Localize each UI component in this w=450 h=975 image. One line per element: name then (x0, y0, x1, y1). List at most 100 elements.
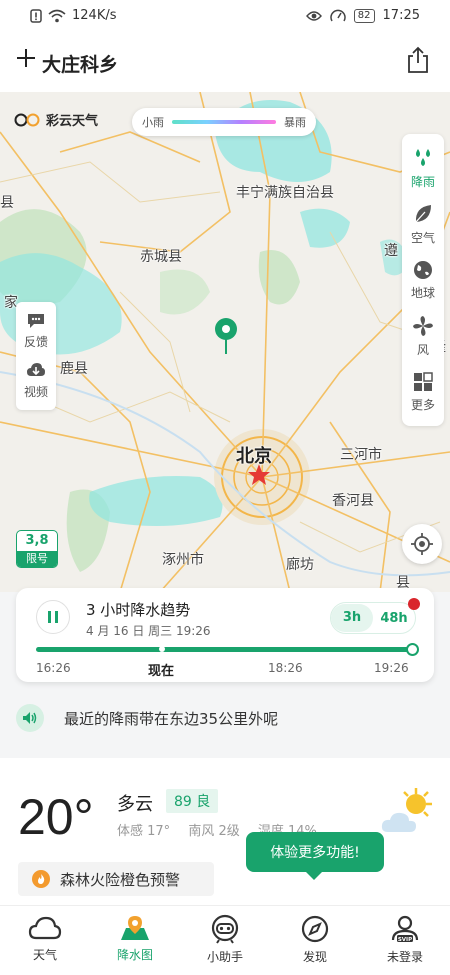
map-label-sanhe: 三河市 (340, 447, 382, 463)
trend-date: 4 月 16 日 周三 19:26 (86, 624, 211, 638)
speaker-icon (23, 712, 37, 724)
tab-discover[interactable]: 发现 (270, 906, 360, 975)
share-icon (408, 46, 428, 73)
rain-notice[interactable]: 最近的降雨带在东边35公里外呢 (0, 692, 450, 742)
tab-account[interactable]: SVIP 未登录 (360, 906, 450, 975)
tab-discover-label: 发现 (302, 950, 327, 964)
legend-high: 暴雨 (284, 116, 306, 129)
svip-user-icon: SVIP (391, 915, 419, 943)
map-label-xianghe: 香河县 (332, 493, 374, 509)
feedback-label: 反馈 (23, 335, 48, 349)
compass-icon (301, 915, 329, 943)
traffic-limit-badge[interactable]: 3,8 限号 (16, 530, 58, 568)
download-icon (27, 363, 45, 376)
feedback-icon (28, 314, 44, 328)
tab-account-label: 未登录 (386, 950, 423, 964)
speaker-button[interactable] (16, 704, 44, 732)
wind-info: 南风 2级 (188, 824, 240, 839)
battery-level: 82 (353, 8, 375, 23)
map-label-lu: 鹿县 (60, 361, 88, 377)
limit-numbers: 3,8 (25, 533, 49, 548)
pause-icon (48, 611, 58, 623)
svg-text:SVIP: SVIP (398, 937, 412, 943)
weather-card[interactable]: 20° 多云 89 良 体感 17° 南风 2级 湿度 14% 森林火险橙色预警 (0, 758, 450, 908)
rain-map[interactable]: 丰宁满族自治县 赤城县 北京 三河市 香河县 涿州市 廊坊 鹿县 家 县 遵 隆… (0, 92, 450, 592)
time-label-end: 19:26 (374, 661, 409, 675)
feedback-button[interactable]: 反馈 (16, 306, 56, 356)
layer-globe-label: 地球 (410, 285, 435, 300)
layer-air-label: 空气 (410, 230, 435, 245)
globe-icon (414, 260, 432, 279)
layer-wind-button[interactable]: 风 (402, 308, 444, 364)
timeline-now-tick (159, 646, 165, 652)
layer-rain-button[interactable]: 降雨 (402, 140, 444, 196)
layer-more-button[interactable]: 更多 (402, 364, 444, 420)
status-right: 82 17:25 (305, 8, 420, 23)
rain-legend: 小雨 暴雨 (132, 108, 316, 136)
limit-label: 限号 (17, 551, 57, 567)
video-label: 视频 (23, 385, 48, 399)
timeline-knob[interactable] (406, 643, 419, 656)
grid-icon (414, 371, 433, 391)
time-label-now: 现在 (148, 664, 175, 679)
notice-text: 最近的降雨带在东边35公里外呢 (64, 710, 279, 728)
new-badge-dot (408, 598, 420, 610)
plus-icon (17, 49, 35, 67)
video-button[interactable]: 视频 (16, 356, 56, 406)
precip-trend-card: 3 小时降水趋势 4 月 16 日 周三 19:26 3h 48h 16:26 … (16, 588, 434, 682)
leaf-icon (415, 204, 431, 222)
feature-tooltip[interactable]: 体验更多功能! (246, 832, 384, 880)
share-button[interactable] (406, 46, 432, 76)
map-label-zhuozhou: 涿州市 (162, 552, 204, 568)
layer-air-button[interactable]: 空气 (402, 196, 444, 252)
weather-condition: 多云 (117, 794, 153, 815)
layer-globe-button[interactable]: 地球 (402, 252, 444, 308)
layer-more-label: 更多 (410, 397, 435, 412)
map-action-toolbar: 反馈 视频 (16, 302, 56, 410)
terrain-patch (160, 269, 210, 315)
network-speed: 124K/s (72, 8, 117, 23)
clock: 17:25 (382, 8, 420, 23)
feels-like: 体感 17° (117, 824, 171, 839)
fan-icon (413, 315, 433, 336)
locate-button[interactable] (402, 524, 442, 564)
fire-icon (32, 870, 50, 888)
tab-rain-map[interactable]: 降水图 (90, 906, 180, 975)
location-title[interactable]: 大庄科乡 (42, 50, 118, 77)
tab-rain-map-label: 降水图 (116, 948, 153, 962)
status-bar: 124K/s 82 17:25 (0, 0, 450, 32)
tab-weather[interactable]: 天气 (0, 906, 90, 975)
tab-weather-label: 天气 (32, 948, 57, 962)
aqi-badge[interactable]: 89 良 (166, 789, 219, 813)
brand-name: 彩云天气 (46, 114, 99, 129)
range-toggle: 3h 48h (330, 602, 416, 634)
time-label-mid: 18:26 (268, 661, 303, 675)
tab-assistant[interactable]: 小助手 (180, 906, 270, 975)
map-label-beijing: 北京 (236, 446, 272, 467)
toggle-48h[interactable]: 48h (373, 611, 415, 626)
warning-text: 森林火险橙色预警 (60, 870, 181, 889)
crosshair-icon (411, 533, 433, 555)
map-label-fengning: 丰宁满族自治县 (236, 185, 334, 201)
notification-icon (30, 8, 42, 23)
map-label-xian: 县 (0, 195, 14, 211)
timeline-bar[interactable] (36, 647, 412, 652)
add-location-button[interactable] (16, 48, 36, 72)
eye-icon (305, 10, 322, 21)
time-label-start: 16:26 (36, 661, 71, 675)
cloud-icon (28, 916, 62, 940)
bottom-nav: 天气 降水图 小助手 发现 SVIP 未登录 (0, 905, 450, 975)
pause-button[interactable] (36, 600, 70, 634)
legend-low: 小雨 (142, 116, 164, 129)
toggle-3h[interactable]: 3h (331, 604, 373, 632)
current-temperature: 20° (18, 789, 94, 845)
layer-wind-label: 风 (416, 342, 429, 357)
map-layer-toolbar: 降雨 空气 地球 风 更多 (402, 134, 444, 426)
map-label-zun: 遵 (384, 243, 398, 259)
fire-warning-banner[interactable]: 森林火险橙色预警 (18, 862, 214, 896)
rain-map-icon (121, 916, 149, 940)
brand-logo: 彩云天气 (14, 110, 98, 129)
status-left: 124K/s (30, 8, 117, 23)
partly-cloudy-icon (381, 788, 432, 832)
map-label-langfang: 廊坊 (286, 557, 314, 573)
